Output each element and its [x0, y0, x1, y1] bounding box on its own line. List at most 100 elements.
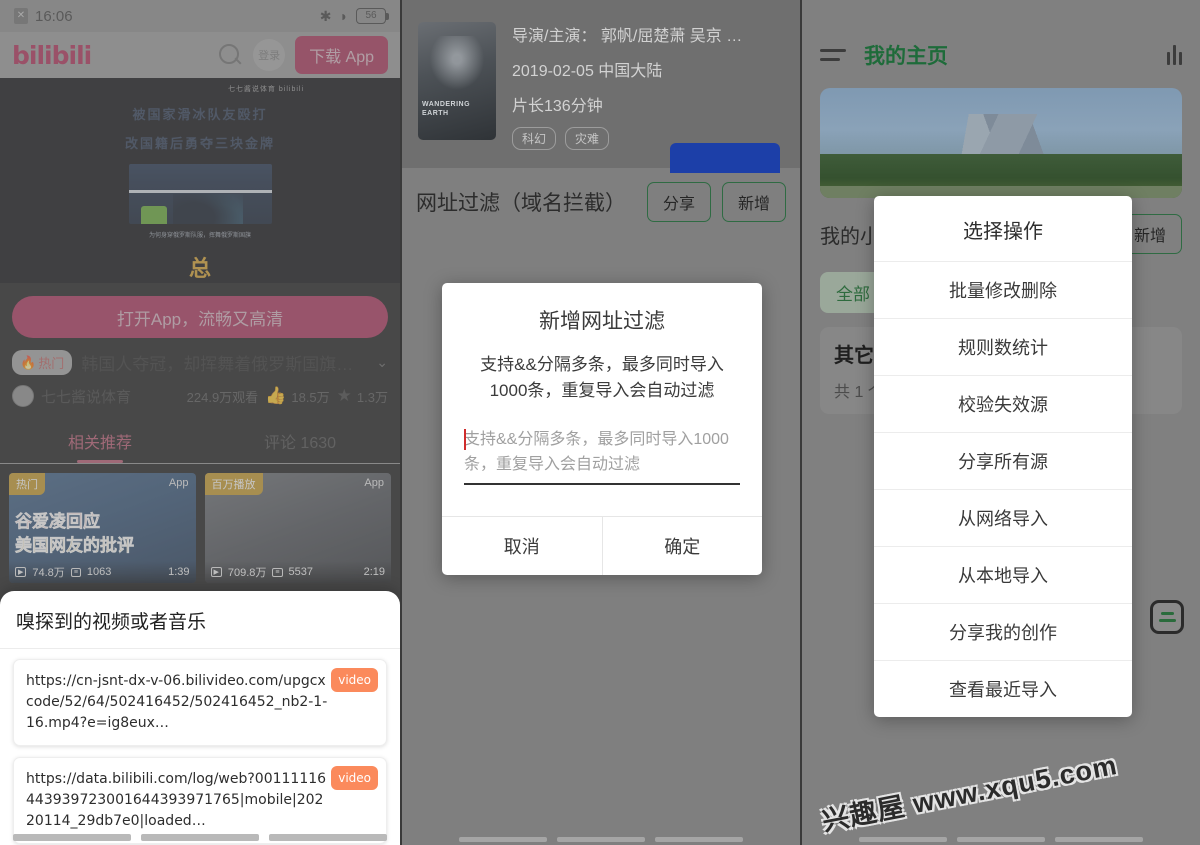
movie-tag: 灾难: [565, 127, 610, 150]
sniffer-action-button[interactable]: [269, 834, 387, 841]
card-badge: 热门: [9, 473, 45, 495]
nav-recents-button[interactable]: [655, 836, 743, 842]
movie-detail-background: WANDERING EARTH 导演/主演： 郭帆/屈楚萧 吴京 … 2019-…: [402, 0, 800, 173]
status-bar-left: ✕ 16:06: [14, 8, 73, 25]
video-player[interactable]: 七七酱说体育 bilibili 被国家滑冰队友殴打 改国籍后勇夺三块金牌 为何身…: [0, 78, 400, 283]
card-footer: ▶ 74.8万 ≡ 1063 1:39: [9, 561, 196, 583]
movie-poster: WANDERING EARTH: [418, 22, 496, 140]
movie-tag: 科幻: [512, 127, 557, 150]
screenshot-stage: ✕ 16:06 ✱ ◗ 56 bilibili 登录 下载 App 七七酱说体育…: [0, 0, 1200, 845]
movie-poster-text: WANDERING EARTH: [422, 101, 471, 117]
menu-item-import-from-local[interactable]: 从本地导入: [874, 547, 1132, 604]
android-navigation-bar: [802, 833, 1200, 845]
thumbs-up-icon: 👍: [265, 386, 287, 405]
sniffer-actions: [13, 834, 387, 841]
menu-item-batch-edit-delete[interactable]: 批量修改删除: [874, 262, 1132, 319]
menu-item-share-all-sources[interactable]: 分享所有源: [874, 433, 1132, 490]
select-action-dialog: 选择操作 批量修改删除 规则数统计 校验失效源 分享所有源 从网络导入 从本地导…: [874, 196, 1132, 717]
card-comment-count: 1063: [86, 566, 112, 578]
menu-item-view-recent-imports[interactable]: 查看最近导入: [874, 661, 1132, 717]
favorite-count: 1.3万: [356, 389, 388, 405]
card-text-line2: 美国网友的批评: [15, 536, 135, 556]
open-app-banner[interactable]: 打开App，流畅又高清: [12, 296, 388, 338]
sniffer-sheet: 嗅探到的视频或者音乐 https://cn-jsnt-dx-v-06.biliv…: [0, 591, 400, 845]
list-fab-icon[interactable]: [1150, 600, 1184, 634]
dialog-title: 新增网址过滤: [539, 310, 665, 333]
video-meta-row: 七七酱说体育 224.9万观看 👍 18.5万 ★ 1.3万: [0, 375, 400, 407]
status-bar-right: ✱ ◗ 56: [320, 8, 389, 25]
bluetooth-icon: ✕: [14, 8, 28, 24]
hamburger-menu-icon[interactable]: [820, 49, 846, 61]
equalizer-icon[interactable]: [1167, 45, 1182, 65]
play-icon: ▶: [210, 567, 222, 577]
url-filter-input[interactable]: [464, 426, 740, 485]
avatar[interactable]: [12, 385, 34, 407]
bilibili-topbar: bilibili 登录 下载 App: [0, 32, 400, 78]
list-item[interactable]: https://cn-jsnt-dx-v-06.bilivideo.com/up…: [13, 659, 387, 746]
video-frame: [128, 164, 272, 224]
status-bar-time: 16:06: [35, 7, 73, 25]
sniffer-title: 嗅探到的视频或者音乐: [0, 591, 400, 649]
dialog-input-wrap: [442, 405, 762, 516]
video-title-row: 🔥 热门 韩国人夺冠，却挥舞着俄罗斯国旗… ⌄: [0, 338, 400, 375]
card-app-label: App: [364, 477, 384, 489]
menu-item-verify-dead-sources[interactable]: 校验失效源: [874, 376, 1132, 433]
nav-home-button[interactable]: [557, 836, 645, 842]
recommendation-card[interactable]: 百万播放 App ▶ 709.8万 ≡ 5537 2:19: [204, 473, 391, 583]
card-text-line1: 谷爱凌回应: [15, 512, 101, 532]
like-count: 18.5万: [291, 389, 330, 405]
movie-release: 2019-02-05 中国大陆: [512, 63, 663, 80]
video-frame-caption: 为何身穿俄罗斯队服，挥舞俄罗斯国旗: [148, 233, 251, 239]
content-tabs: 相关推荐 评论 1630: [0, 420, 400, 464]
uploader-name[interactable]: 七七酱说体育: [41, 386, 131, 407]
sniffer-url: https://data.bilibili.com/log/web?001111…: [26, 771, 327, 829]
page-title: 我的主页: [864, 45, 948, 68]
movie-duration: 片长136分钟: [512, 98, 603, 115]
nav-home-button[interactable]: [957, 836, 1045, 842]
media-type-badge: video: [331, 668, 378, 692]
movie-director-cast: 导演/主演： 郭帆/屈楚萧 吴京 …: [512, 28, 743, 45]
nav-back-button[interactable]: [859, 836, 947, 842]
menu-item-import-from-network[interactable]: 从网络导入: [874, 490, 1132, 547]
sniffer-action-button[interactable]: [141, 834, 259, 841]
status-bar: ✕ 16:06 ✱ ◗ 56: [0, 0, 400, 32]
media-type-badge: video: [331, 766, 378, 790]
nav-back-button[interactable]: [459, 836, 547, 842]
view-count: 224.9万观看: [186, 389, 259, 405]
chevron-down-icon[interactable]: ⌄: [376, 354, 388, 371]
tab-comments[interactable]: 评论 1630: [200, 420, 400, 463]
home-status-spacer: [802, 0, 1200, 30]
comment-icon: ≡: [272, 567, 283, 577]
confirm-button[interactable]: 确定: [601, 516, 763, 575]
panel-bilibili: ✕ 16:06 ✱ ◗ 56 bilibili 登录 下载 App 七七酱说体育…: [0, 0, 400, 845]
card-play-count: 709.8万: [227, 567, 267, 579]
download-app-button[interactable]: 下载 App: [295, 36, 388, 74]
movie-play-button[interactable]: [670, 143, 780, 173]
card-app-label: App: [168, 477, 189, 489]
login-button[interactable]: 登录: [253, 39, 286, 71]
cancel-button[interactable]: 取消: [442, 517, 602, 575]
search-icon[interactable]: [218, 43, 243, 68]
recommendation-cards: 热门 App 谷爱凌回应 美国网友的批评 ▶ 74.8万 ≡ 1063 1:39…: [0, 464, 400, 583]
star-icon: ★: [336, 386, 352, 405]
video-frame-subjects: [172, 194, 243, 224]
nav-recents-button[interactable]: [1055, 836, 1143, 842]
hot-badge-label: 热门: [38, 356, 65, 371]
sniffer-url: https://cn-jsnt-dx-v-06.bilivideo.com/up…: [26, 673, 328, 731]
tab-related[interactable]: 相关推荐: [0, 420, 200, 463]
add-button[interactable]: 新增: [721, 182, 786, 222]
play-icon: ▶: [15, 567, 27, 577]
favorite-stat[interactable]: ★ 1.3万: [337, 386, 388, 406]
like-stat[interactable]: 👍 18.5万: [265, 386, 329, 406]
android-navigation-bar: [402, 833, 800, 845]
list-item[interactable]: https://data.bilibili.com/log/web?001111…: [13, 757, 387, 844]
recommendation-card[interactable]: 热门 App 谷爱凌回应 美国网友的批评 ▶ 74.8万 ≡ 1063 1:39: [9, 473, 196, 583]
hot-badge: 🔥 热门: [12, 350, 73, 375]
sniffer-action-button[interactable]: [13, 834, 131, 841]
dialog-actions: 取消 确定: [442, 515, 763, 575]
share-button[interactable]: 分享: [646, 182, 711, 222]
menu-item-rule-stats[interactable]: 规则数统计: [874, 319, 1132, 376]
banner-image[interactable]: [820, 88, 1182, 198]
menu-item-share-my-creation[interactable]: 分享我的创作: [874, 604, 1132, 661]
add-url-filter-dialog: 新增网址过滤 支持&&分隔多条，最多同时导入1000条，重复导入会自动过滤 取消…: [442, 283, 762, 575]
